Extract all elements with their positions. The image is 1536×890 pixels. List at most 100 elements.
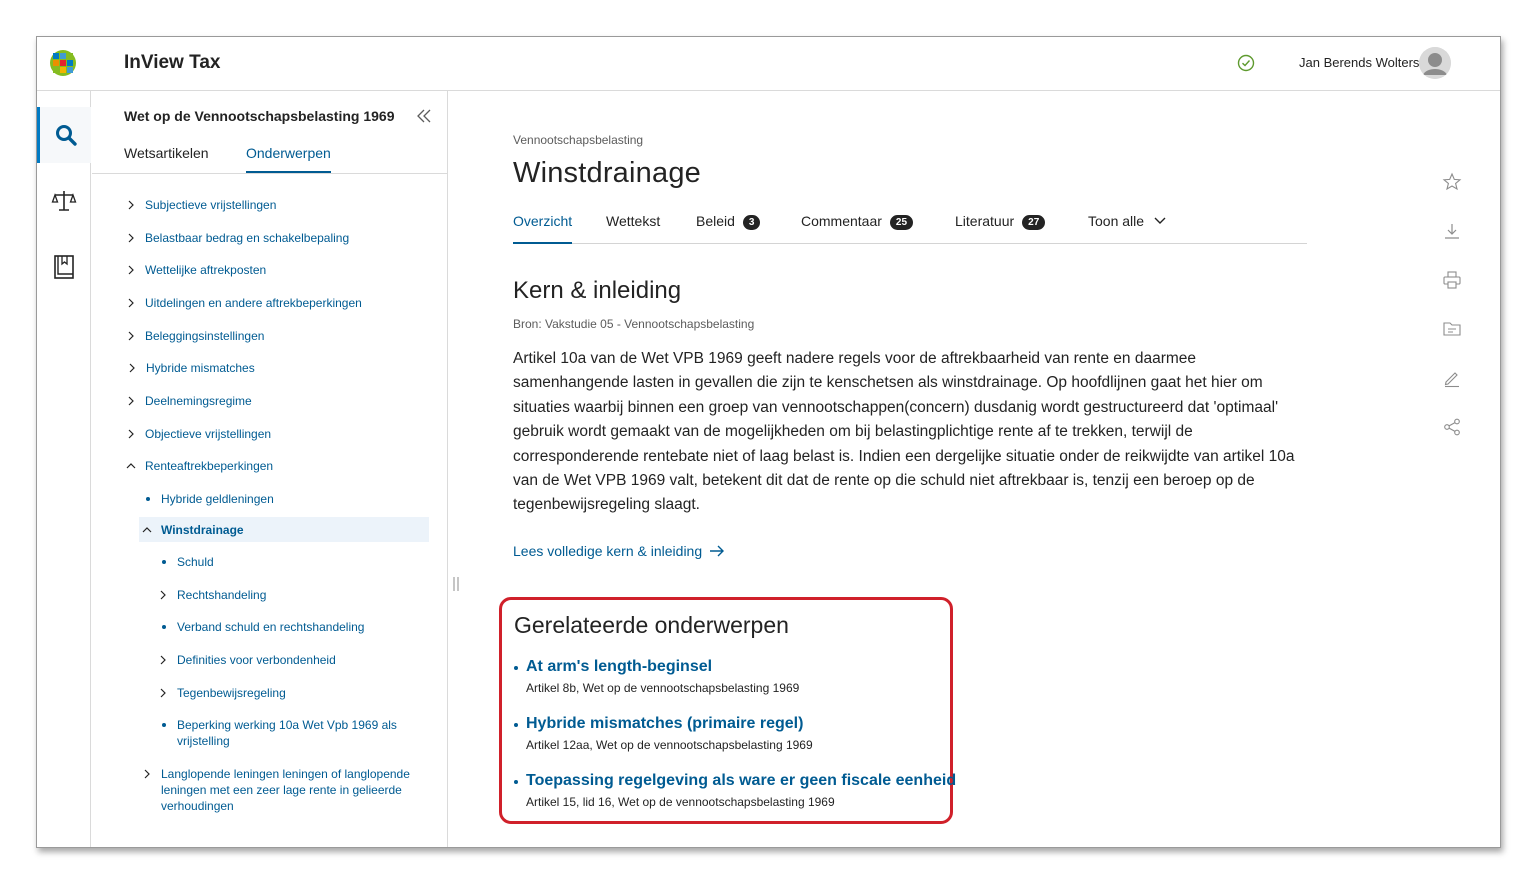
tree-item[interactable]: Belastbaar bedrag en schakelbepaling — [128, 230, 349, 246]
tree-item[interactable]: Deelnemingsregime — [128, 393, 252, 409]
top-header: InView Tax Jan Berends Wolters — [37, 37, 1500, 91]
tree-item-label: Hybride mismatches — [146, 361, 255, 375]
tree-item-label: Subjectieve vrijstellingen — [145, 198, 277, 212]
tab-label: Beleid — [696, 213, 735, 229]
tab-literatuur[interactable]: Literatuur 27 — [955, 213, 1046, 244]
related-link[interactable]: Toepassing regelgeving als ware er geen … — [514, 772, 956, 790]
related-topics-box: Gerelateerde onderwerpen At arm's length… — [499, 597, 956, 824]
related-item: At arm's length-beginsel Artikel 8b, Wet… — [514, 658, 799, 695]
related-link-label: At arm's length-beginsel — [526, 658, 713, 675]
tree-item[interactable]: Objectieve vrijstellingen — [128, 426, 272, 442]
chevron-right-icon — [128, 233, 134, 243]
arrow-right-icon — [710, 545, 725, 557]
user-avatar-icon — [1419, 47, 1451, 79]
tab-label: Commentaar — [801, 213, 882, 229]
count-badge: 27 — [1022, 215, 1046, 230]
annotate-icon[interactable] — [1442, 368, 1462, 388]
rail-search[interactable] — [37, 107, 91, 163]
app-window: InView Tax Jan Berends Wolters Wet op de… — [36, 36, 1501, 848]
tree-item-label: Langlopende leningen leningen of langlop… — [161, 767, 410, 813]
rail-library[interactable] — [37, 239, 91, 295]
chevron-up-icon — [126, 463, 136, 469]
tree-item-label: Winstdrainage — [161, 523, 244, 537]
tree-item[interactable]: Uitdelingen en andere aftrekbeperkingen — [128, 295, 362, 311]
tab-commentaar[interactable]: Commentaar 25 — [801, 213, 914, 244]
tab-wettekst[interactable]: Wettekst — [606, 213, 660, 244]
book-icon — [54, 255, 74, 279]
related-item: Hybride mismatches (primaire regel) Arti… — [514, 715, 813, 752]
chevron-right-icon — [160, 688, 166, 698]
content-tabs: Overzicht Wettekst Beleid 3 Commentaar 25 … — [513, 213, 1307, 244]
tree-item-label: Rechtshandeling — [177, 588, 267, 602]
related-item: Toepassing regelgeving als ware er geen … — [514, 772, 956, 809]
topic-navigation: Wet op de Vennootschapsbelasting 1969 We… — [92, 91, 448, 847]
star-icon[interactable] — [1442, 172, 1462, 192]
breadcrumb[interactable]: Vennootschapsbelasting — [513, 133, 643, 147]
chevron-right-icon — [128, 265, 134, 275]
tab-toon-alle[interactable]: Toon alle — [1088, 213, 1166, 244]
related-link[interactable]: At arm's length-beginsel — [514, 658, 799, 676]
tree-item[interactable]: Verband schuld en rechtshandeling — [162, 619, 364, 635]
tree-item[interactable]: Hybride mismatches — [129, 360, 255, 376]
print-icon[interactable] — [1442, 270, 1462, 290]
bullet-icon — [162, 625, 166, 629]
tree-item[interactable]: Rechtshandeling — [160, 587, 267, 603]
collapse-panel-icon[interactable] — [415, 107, 433, 125]
page-title: Winstdrainage — [513, 157, 701, 189]
status-check-icon[interactable] — [1237, 54, 1255, 72]
chevron-down-icon — [1154, 217, 1166, 224]
source-line: Bron: Vakstudie 05 - Vennootschapsbelast… — [513, 317, 755, 331]
chevron-right-icon — [160, 590, 166, 600]
tree-item-label: Objectieve vrijstellingen — [145, 427, 272, 441]
related-link-label: Toepassing regelgeving als ware er geen … — [526, 772, 957, 789]
tree-item[interactable]: Renteaftrekbeperkingen — [126, 458, 273, 474]
tab-label: Overzicht — [513, 213, 573, 229]
tree-item-label: Schuld — [177, 555, 214, 569]
chevron-right-icon — [129, 363, 135, 373]
read-more-link[interactable]: Lees volledige kern & inleiding — [513, 543, 725, 559]
main-content: Vennootschapsbelasting Winstdrainage Ove… — [449, 91, 1500, 847]
tree-item-selected[interactable]: Winstdrainage — [142, 522, 244, 538]
related-link-label: Hybride mismatches (primaire regel) — [526, 715, 804, 732]
tab-wetsartikelen[interactable]: Wetsartikelen — [124, 145, 209, 171]
nav-title: Wet op de Vennootschapsbelasting 1969 — [124, 108, 395, 124]
download-icon[interactable] — [1442, 221, 1462, 241]
tree-item[interactable]: Langlopende leningen leningen of langlop… — [144, 766, 431, 814]
tab-beleid[interactable]: Beleid 3 — [696, 213, 761, 244]
tab-label: Literatuur — [955, 213, 1015, 229]
tree-item[interactable]: Hybride geldleningen — [146, 491, 274, 507]
tree-item-label: Beperking werking 10a Wet Vpb 1969 als v… — [177, 718, 397, 748]
user-name[interactable]: Jan Berends Wolters — [1299, 55, 1419, 70]
related-link[interactable]: Hybride mismatches (primaire regel) — [514, 715, 813, 733]
folder-icon[interactable] — [1442, 319, 1462, 339]
tree-item-label: Deelnemingsregime — [145, 394, 252, 408]
rail-law[interactable] — [37, 173, 91, 229]
tree-item-label: Tegenbewijsregeling — [177, 686, 286, 700]
tree-item-label: Hybride geldleningen — [161, 492, 274, 506]
tree-item[interactable]: Schuld — [162, 554, 214, 570]
tab-label: Wettekst — [606, 213, 661, 229]
tree-item[interactable]: Beleggingsinstellingen — [128, 328, 265, 344]
read-more-label: Lees volledige kern & inleiding — [513, 543, 703, 559]
related-subtitle: Artikel 12aa, Wet op de vennootschapsbel… — [526, 738, 813, 752]
share-icon[interactable] — [1442, 417, 1462, 437]
nav-divider — [92, 173, 447, 174]
tree-item[interactable]: Subjectieve vrijstellingen — [128, 197, 277, 213]
tab-overzicht[interactable]: Overzicht — [513, 213, 573, 244]
tree-item-label: Uitdelingen en andere aftrekbeperkingen — [145, 296, 362, 310]
chevron-right-icon — [128, 429, 134, 439]
tree-item[interactable]: Beperking werking 10a Wet Vpb 1969 als v… — [162, 717, 417, 749]
app-title[interactable]: InView Tax — [124, 52, 220, 74]
tree-item-label: Beleggingsinstellingen — [145, 329, 265, 343]
scales-icon — [51, 191, 77, 211]
tab-onderwerpen[interactable]: Onderwerpen — [246, 145, 331, 173]
body-text: Artikel 10a van de Wet VPB 1969 geeft na… — [513, 350, 1295, 514]
bullet-icon — [514, 723, 518, 727]
tree-item[interactable]: Tegenbewijsregeling — [160, 685, 286, 701]
tree-item[interactable]: Wettelijke aftrekposten — [128, 262, 266, 278]
avatar[interactable] — [1419, 47, 1451, 79]
search-icon — [55, 125, 77, 146]
logo-icon — [50, 50, 76, 76]
related-title: Gerelateerde onderwerpen — [514, 612, 789, 638]
tree-item[interactable]: Definities voor verbondenheid — [160, 652, 336, 668]
